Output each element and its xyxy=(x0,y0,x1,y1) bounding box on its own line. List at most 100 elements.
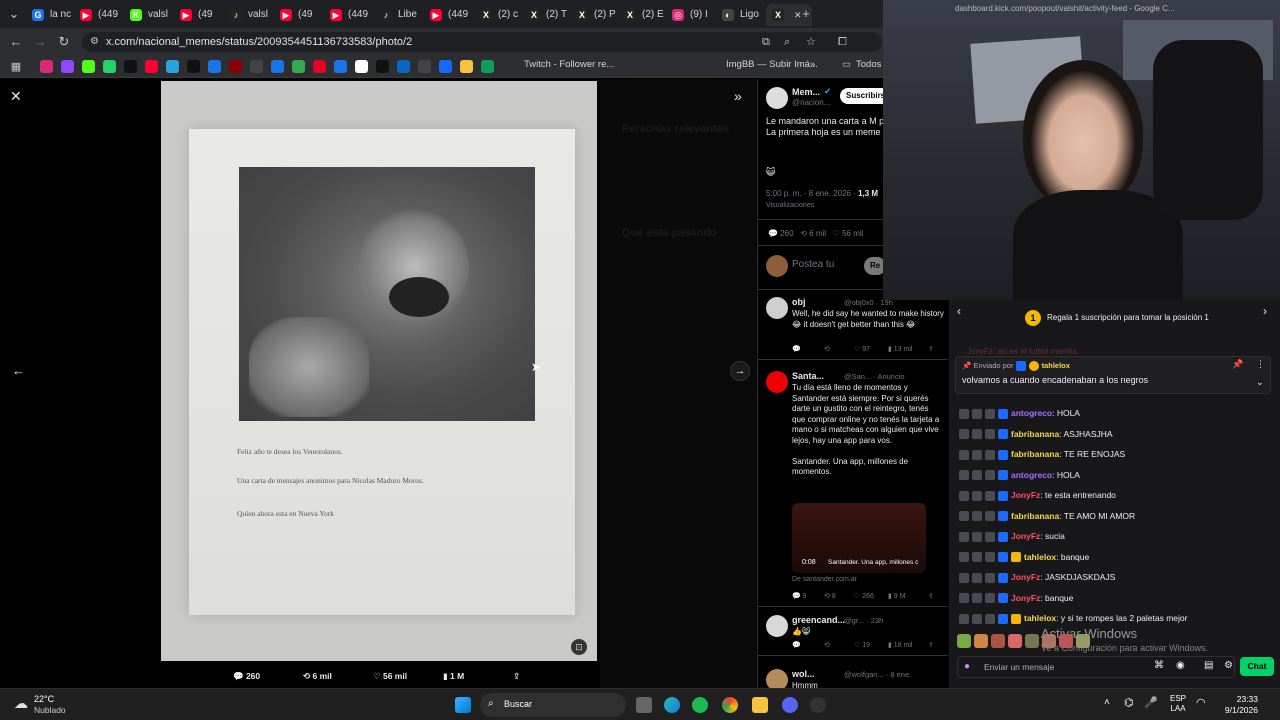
bookmark-all[interactable]: Todos l xyxy=(856,59,886,70)
forward-icon[interactable]: → xyxy=(32,34,48,50)
chat-username[interactable]: JonyFz xyxy=(1011,572,1040,582)
chat-username[interactable]: fabribanana xyxy=(1011,511,1059,521)
like-stat[interactable]: ♡ 56 mil xyxy=(373,671,407,682)
reply-action[interactable]: 💬 9 xyxy=(792,592,807,600)
chat-message[interactable]: JonyFz: sucia xyxy=(959,528,1065,544)
reply-avatar[interactable] xyxy=(766,669,788,688)
ad-video[interactable]: 0:08 Santander. Una app, millones c xyxy=(792,503,926,573)
post-replies[interactable]: 260 xyxy=(780,229,793,238)
ad-source[interactable]: De santander.com.ar xyxy=(792,576,857,583)
chat-username[interactable]: JonyFz xyxy=(1011,490,1040,500)
lang-label[interactable]: ESP LAA xyxy=(1170,694,1186,714)
bookmark-imgbb[interactable]: ImgBB — Subir Imá... xyxy=(726,59,818,70)
browser-tab[interactable]: Kvalsl xyxy=(124,4,172,26)
wifi-icon[interactable]: ◠ xyxy=(1196,696,1206,709)
browser-tab[interactable]: Gla nc xyxy=(26,4,72,26)
chat-username[interactable]: JonyFz xyxy=(1011,593,1040,603)
post-reposts[interactable]: 6 mil xyxy=(809,229,826,238)
author-name[interactable]: Mem... xyxy=(792,87,820,97)
start-icon[interactable] xyxy=(455,697,471,713)
bookmark-maps-icon[interactable] xyxy=(292,60,305,73)
reply-avatar[interactable] xyxy=(766,371,788,393)
bookmark-icloud-icon[interactable] xyxy=(166,60,179,73)
bookmark-pdf-icon[interactable] xyxy=(229,60,242,73)
chat-message[interactable]: antogreco: HOLA xyxy=(959,467,1080,483)
bookmark-twitch-icon[interactable] xyxy=(61,60,74,73)
weather-temp[interactable]: 22°C xyxy=(34,694,54,704)
reply-handle[interactable]: @wolfgan... · 8 ene. xyxy=(844,670,911,679)
browser-tab[interactable]: ▶ (449 xyxy=(324,4,372,26)
edge-icon[interactable] xyxy=(664,697,680,713)
bookmark-messenger-icon[interactable] xyxy=(334,60,347,73)
collapse-icon[interactable]: » xyxy=(734,88,742,104)
emote-icon[interactable]: ⌘ xyxy=(1154,660,1164,671)
bookmark-instagram-icon[interactable] xyxy=(40,60,53,73)
browser-tab[interactable]: ♪ Libe xyxy=(374,4,422,26)
reply-action[interactable]: ▮ 9 M xyxy=(888,592,905,600)
bookmark-google-icon[interactable] xyxy=(208,60,221,73)
task-view-icon[interactable] xyxy=(636,697,652,713)
mic-icon[interactable]: ● xyxy=(964,661,970,672)
chat-message[interactable]: antogreco: HOLA xyxy=(959,405,1080,421)
reply-action[interactable]: ♡ 97 xyxy=(854,345,870,353)
chat-username[interactable]: fabribanana xyxy=(1011,449,1059,459)
chat-message[interactable]: tahlelox: banque xyxy=(959,549,1089,565)
reply-action[interactable]: ♡ 19 xyxy=(854,641,870,649)
reply-avatar[interactable] xyxy=(766,615,788,637)
emote-icon[interactable] xyxy=(957,634,971,648)
browser-tab[interactable]: ♪ valsl xyxy=(224,4,272,26)
spotify-icon[interactable] xyxy=(692,697,708,713)
site-info-icon[interactable]: ⚙ xyxy=(90,32,99,52)
reply-stat[interactable]: 💬 260 xyxy=(233,671,260,682)
bookmark-photos-icon[interactable] xyxy=(460,60,473,73)
pinned-menu-icon[interactable]: ⋮ xyxy=(1256,359,1265,370)
taskbar-search[interactable]: ⌕ Buscar xyxy=(480,693,626,717)
browser-tab[interactable]: ▶ (49 xyxy=(274,4,322,26)
reply-author[interactable]: Santa... xyxy=(792,371,824,381)
chat-next-icon[interactable]: › xyxy=(1263,304,1267,318)
reply-handle[interactable]: @San... · Anuncio xyxy=(844,372,905,381)
reply-action[interactable]: ⟲ 8 xyxy=(824,592,836,600)
emote-strip[interactable] xyxy=(957,634,1117,650)
emote-icon[interactable] xyxy=(1042,634,1056,648)
alt-text-icon[interactable]: ⊡ xyxy=(571,639,587,655)
close-icon[interactable]: ✕ xyxy=(10,88,22,105)
apps-icon[interactable]: ▦ xyxy=(8,59,24,75)
bookmark-sheets-icon[interactable] xyxy=(481,60,494,73)
explorer-icon[interactable] xyxy=(752,697,768,713)
chat-send-button[interactable]: Chat xyxy=(1240,657,1274,676)
emote-icon[interactable] xyxy=(1025,634,1039,648)
chat-username[interactable]: tahlelox xyxy=(1024,552,1056,562)
extensions-icon[interactable]: ⧠ xyxy=(838,32,847,52)
reply-action[interactable]: 💬 xyxy=(792,641,801,649)
reply-author[interactable]: obj xyxy=(792,297,806,307)
chat-username[interactable]: fabribanana xyxy=(1011,429,1059,439)
bookmark-behance-icon[interactable] xyxy=(439,60,452,73)
emote-icon[interactable] xyxy=(974,634,988,648)
chrome-icon[interactable] xyxy=(722,697,738,713)
chat-message[interactable]: fabribanana: TE AMO MI AMOR xyxy=(959,508,1135,524)
mic-tray-icon[interactable]: 🎤 xyxy=(1144,696,1158,709)
store-icon[interactable]: ▤ xyxy=(1204,660,1213,671)
bookmark-upwork-icon[interactable] xyxy=(376,60,389,73)
reply-handle[interactable]: @gr... · 23h xyxy=(844,616,883,625)
chat-username[interactable]: JonyFz xyxy=(1011,531,1040,541)
views-stat[interactable]: ▮ 1 M xyxy=(443,671,464,682)
emote-icon[interactable] xyxy=(1059,634,1073,648)
next-photo-icon[interactable]: → xyxy=(730,361,750,381)
browser-tab[interactable]: ◎ (9) I xyxy=(666,4,714,26)
bookmark-github-icon[interactable] xyxy=(250,60,263,73)
reload-icon[interactable]: ↻ xyxy=(56,34,72,50)
reply-input[interactable]: Postea tu xyxy=(792,259,834,270)
bookmark-star-icon[interactable]: ☆ xyxy=(806,32,816,52)
new-tab-icon[interactable]: + xyxy=(798,6,814,22)
tray-chevron-icon[interactable]: ˄ xyxy=(1104,697,1110,708)
discord-icon[interactable] xyxy=(782,697,798,713)
chat-message[interactable]: JonyFz: JASKDJASKDAJS xyxy=(959,569,1115,585)
browser-tab[interactable]: X (2) T xyxy=(522,4,568,26)
obs-icon[interactable] xyxy=(810,697,826,713)
reply-action[interactable]: ⇪ xyxy=(928,592,934,600)
reply-action[interactable]: ⇪ xyxy=(928,641,934,649)
back-icon[interactable]: ← xyxy=(8,34,24,50)
reply-action[interactable]: ▮ 18 mil xyxy=(888,641,912,649)
